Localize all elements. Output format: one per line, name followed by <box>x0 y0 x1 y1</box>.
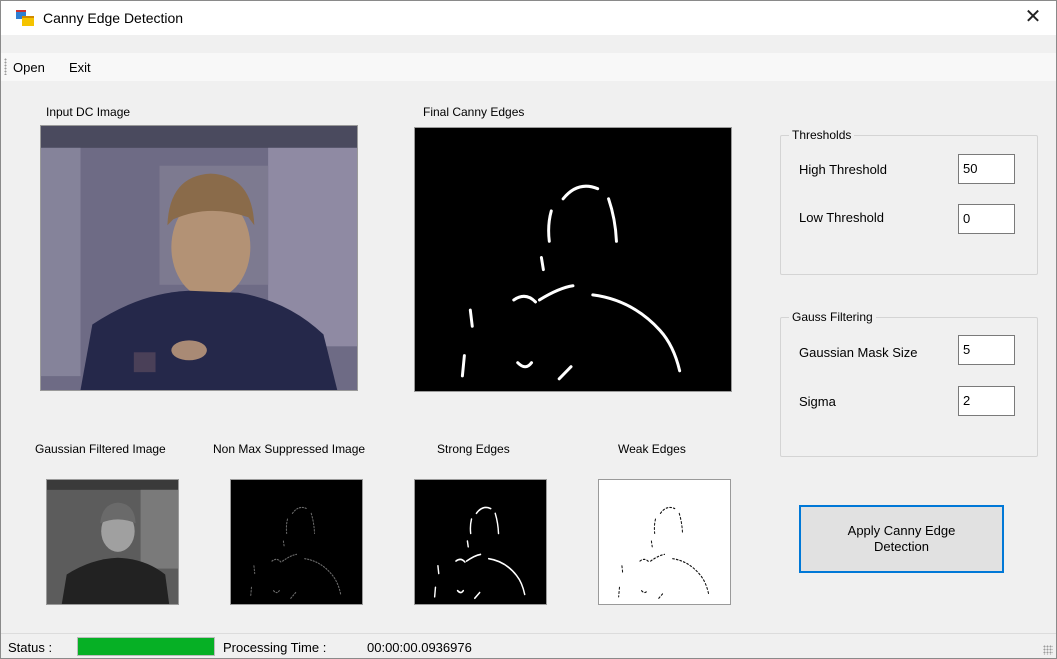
menu-item-open[interactable]: Open <box>13 60 45 75</box>
non-max-suppressed-image <box>230 479 363 605</box>
sigma-input[interactable]: 2 <box>958 386 1015 416</box>
strong-edges-image <box>414 479 547 605</box>
final-edges-image <box>414 127 732 392</box>
gauss-filtering-legend: Gauss Filtering <box>789 310 876 324</box>
menu-bar: Open Exit <box>1 53 1056 81</box>
close-button[interactable]: ✕ <box>1010 1 1056 35</box>
sigma-label: Sigma <box>799 394 836 409</box>
non-max-suppressed-label: Non Max Suppressed Image <box>213 442 366 456</box>
processing-time-label: Processing Time : <box>223 640 327 655</box>
high-threshold-input[interactable]: 50 <box>958 154 1015 184</box>
thresholds-legend: Thresholds <box>789 128 855 142</box>
weak-edges-image <box>598 479 731 605</box>
status-label: Status : <box>8 640 53 655</box>
processing-time-value: 00:00:00.0936976 <box>367 640 472 655</box>
input-image <box>40 125 358 391</box>
strong-edges-label: Strong Edges <box>437 442 510 456</box>
low-threshold-input[interactable]: 0 <box>958 204 1015 234</box>
status-bar: Status : Processing Time : 00:00:00.0936… <box>1 633 1056 658</box>
gaussian-mask-size-input[interactable]: 5 <box>958 335 1015 365</box>
menu-grip-icon <box>4 58 7 75</box>
gaussian-mask-size-label: Gaussian Mask Size <box>799 345 918 360</box>
final-edges-label: Final Canny Edges <box>423 105 525 119</box>
gaussian-filtered-label: Gaussian Filtered Image <box>35 442 166 456</box>
apply-canny-button[interactable]: Apply Canny Edge Detection <box>799 505 1004 573</box>
resize-grip-icon[interactable] <box>1043 645 1053 655</box>
weak-edges-label: Weak Edges <box>618 442 686 456</box>
low-threshold-label: Low Threshold <box>799 210 885 225</box>
progress-bar <box>77 637 215 656</box>
window-title: Canny Edge Detection <box>43 10 184 26</box>
gaussian-filtered-image <box>46 479 179 605</box>
progress-fill <box>78 638 214 655</box>
menu-item-exit[interactable]: Exit <box>69 60 91 75</box>
input-image-label: Input DC Image <box>46 105 131 119</box>
high-threshold-label: High Threshold <box>799 162 887 177</box>
app-window: Canny Edge Detection ✕ Open Exit Input D… <box>0 0 1057 659</box>
apply-canny-button-label: Apply Canny Edge Detection <box>847 523 956 554</box>
app-window-icon <box>16 10 34 26</box>
title-bar: Canny Edge Detection ✕ <box>1 1 1056 35</box>
